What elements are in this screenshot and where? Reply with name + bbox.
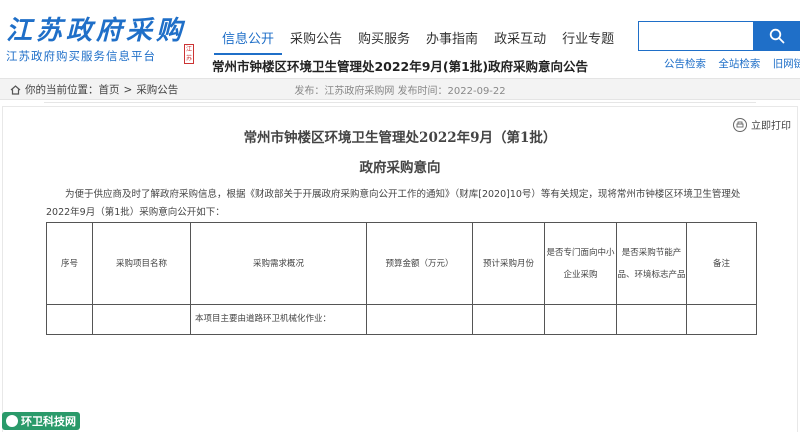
announcement-heading: 常州市钟楼区环境卫生管理处2022年9月（第1批） [243, 130, 557, 146]
search-button[interactable] [754, 21, 800, 51]
table-cell [46, 304, 93, 335]
search-box [638, 21, 754, 51]
col-header-requirements: 采购需求概况 [190, 222, 367, 305]
announcement-intro: 为便于供应商及时了解政府采购信息，根据《财政部关于开展政府采购意向公开工作的通知… [46, 189, 741, 218]
table-cell [366, 304, 473, 335]
table-cell [92, 304, 191, 335]
nav-item-industry-topics[interactable]: 行业专题 [554, 24, 622, 55]
nav-item-interaction[interactable]: 政采互动 [486, 24, 554, 55]
article-meta: 发布：江苏政府采购网 发布时间：2022-09-22 [294, 86, 506, 97]
col-header-project-name: 采购项目名称 [92, 222, 191, 305]
nav-item-info-public[interactable]: 信息公开 [214, 24, 283, 55]
nav-item-purchase-service[interactable]: 购买服务 [350, 24, 418, 55]
announcement-subheading: 政府采购意向 [359, 160, 441, 176]
logo-script-text: 江苏政府采购 [6, 16, 187, 46]
table-cell [616, 304, 687, 335]
col-header-remarks: 备注 [686, 222, 757, 305]
leaf-icon [6, 415, 18, 427]
title-divider [44, 102, 756, 103]
search-input[interactable] [639, 22, 753, 50]
watermark-badge: 环卫科技网 [2, 412, 80, 430]
watermark-label: 环卫科技网 [21, 415, 76, 428]
col-header-budget: 预算金额（万元） [366, 222, 473, 305]
table-cell [472, 304, 545, 335]
watermark: 环卫科技网 [0, 411, 80, 431]
col-header-index: 序号 [46, 222, 93, 305]
table-row: 本项目主要由道路环卫机械化作业： [46, 304, 757, 335]
table-cell: 本项目主要由道路环卫机械化作业： [190, 304, 367, 335]
table-header-row: 序号 采购项目名称 采购需求概况 预算金额（万元） 预计采购月份 是否专门面向中… [46, 222, 757, 305]
col-header-sme: 是否专门面向中小企业采购 [544, 222, 617, 305]
search-icon [769, 28, 785, 44]
nav-item-guide[interactable]: 办事指南 [418, 24, 486, 55]
col-header-month: 预计采购月份 [472, 222, 545, 305]
nav-item-procurement-notice[interactable]: 采购公告 [282, 24, 350, 55]
table-cell [686, 304, 757, 335]
table-cell [544, 304, 617, 335]
procurement-intent-table: 序号 采购项目名称 采购需求概况 预算金额（万元） 预计采购月份 是否专门面向中… [46, 222, 757, 335]
article-title: 常州市钟楼区环境卫生管理处2022年9月(第1批)政府采购意向公告 [211, 59, 589, 74]
col-header-green: 是否采购节能产品、环境标志产品 [616, 222, 687, 305]
main-nav: 信息公开 采购公告 购买服务 办事指南 政采互动 行业专题 [214, 24, 622, 55]
